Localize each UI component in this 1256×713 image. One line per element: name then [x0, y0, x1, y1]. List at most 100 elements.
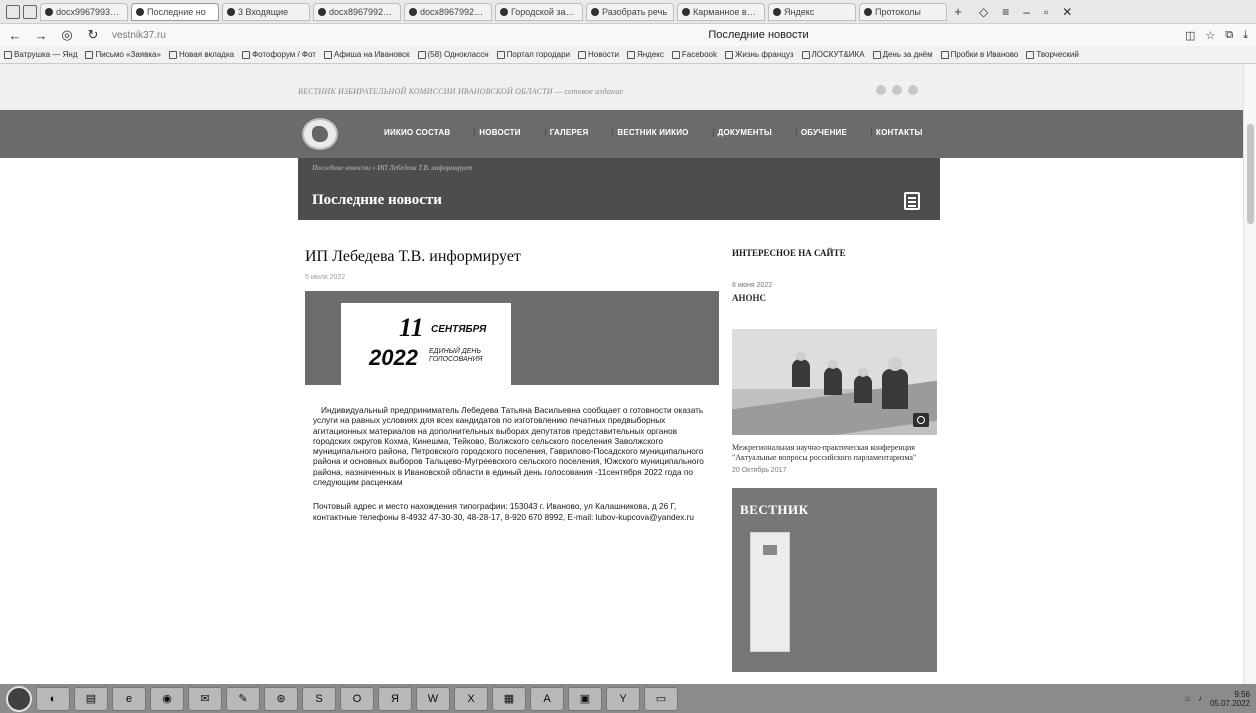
- main-menu: ИИКИО СОСТАВ НОВОСТИ ГАЛЕРЕЯ ВЕСТНИК ИИК…: [380, 128, 922, 137]
- taskbar-yabrowser-icon[interactable]: Я: [378, 686, 412, 711]
- reader-icon[interactable]: ◫: [1185, 29, 1195, 42]
- clock[interactable]: 9:56 05.07.2022: [1210, 690, 1250, 708]
- taskbar-browser-icon[interactable]: ◐: [36, 686, 70, 711]
- taskbar-opera-icon[interactable]: O: [340, 686, 374, 711]
- bookmark[interactable]: Facebook: [671, 50, 717, 59]
- new-tab-button[interactable]: +: [950, 4, 966, 19]
- bookmark[interactable]: Ватрушка — Янд: [4, 50, 77, 59]
- taskbar-image-icon[interactable]: ▣: [568, 686, 602, 711]
- breadcrumb[interactable]: Последние новости » ИП Лебедева Т.В. инф…: [312, 164, 472, 172]
- extensions-icon[interactable]: ⧉: [1225, 29, 1233, 42]
- bookmark[interactable]: ЛОСКУТ&ИКА: [801, 50, 865, 59]
- bookmark[interactable]: Яндекс: [626, 50, 664, 59]
- minimize-icon[interactable]: –: [1023, 5, 1030, 19]
- favorite-icon[interactable]: ☆: [1205, 29, 1215, 42]
- reload-icon[interactable]: ↻: [86, 27, 100, 43]
- bookmark[interactable]: Портал городари: [496, 50, 570, 59]
- url-field[interactable]: vestnik37.ru: [112, 30, 332, 41]
- protect-icon[interactable]: ◎: [60, 27, 74, 43]
- taskbar-display-icon[interactable]: ▭: [644, 686, 678, 711]
- language-icon[interactable]: ⌂: [1185, 694, 1190, 703]
- address-bar: ← → ◎ ↻ vestnik37.ru Последние новости ◫…: [0, 24, 1256, 46]
- scrollbar-thumb[interactable]: [1247, 124, 1254, 224]
- browser-tab[interactable]: Городской запро: [495, 2, 583, 21]
- taskbar-pdf-icon[interactable]: A: [530, 686, 564, 711]
- forward-icon[interactable]: →: [34, 28, 48, 43]
- taskbar-yandex-icon[interactable]: Y: [606, 686, 640, 711]
- bookmark-label: Афиша на Ивановск: [333, 50, 410, 59]
- tab-favicon: [45, 7, 53, 16]
- banner-caption: ЕДИНЫЙ ДЕНЬ ГОЛОСОВАНИЯ: [429, 348, 483, 363]
- bookmark-label: Ватрушка — Янд: [14, 50, 78, 59]
- history-icon[interactable]: [6, 4, 20, 19]
- browser-tab[interactable]: Карманное видео: [677, 2, 765, 21]
- nav-item-training[interactable]: ОБУЧЕНИЕ: [795, 128, 847, 137]
- taskbar-skype-icon[interactable]: S: [302, 686, 336, 711]
- bookmarks-icon[interactable]: ◇: [979, 5, 988, 19]
- browser-tab[interactable]: docx9967993922: [40, 2, 128, 21]
- volume-icon[interactable]: ♪: [1198, 694, 1202, 703]
- photo-head: [858, 367, 868, 377]
- bookmark[interactable]: Письмо «Заявка»: [85, 50, 161, 59]
- bookmark-label: Портал городари: [506, 50, 570, 59]
- bookmark[interactable]: (58) Одноклассн: [417, 50, 489, 59]
- browser-tab[interactable]: Разобрать речь: [586, 2, 674, 21]
- bookmark[interactable]: Новая вкладка: [168, 50, 234, 59]
- browser-tab-active[interactable]: Последние но: [131, 2, 219, 21]
- download-icon[interactable]: ⤓: [1243, 29, 1248, 42]
- taskbar-ie-icon[interactable]: e: [112, 686, 146, 711]
- bookmark[interactable]: Творческий: [1026, 50, 1079, 59]
- social-icon[interactable]: [892, 85, 902, 95]
- bookmark[interactable]: Афиша на Ивановск: [323, 50, 410, 59]
- photo-caption[interactable]: Межрегиональная научно-практическая конф…: [732, 443, 922, 463]
- start-button[interactable]: [6, 685, 32, 712]
- close-icon[interactable]: ✕: [1062, 5, 1072, 19]
- nav-item-gallery[interactable]: ГАЛЕРЕЯ: [544, 128, 589, 137]
- taskbar-excel-icon[interactable]: X: [454, 686, 488, 711]
- back-icon[interactable]: ←: [8, 28, 22, 43]
- social-icon[interactable]: [908, 85, 918, 95]
- conference-photo[interactable]: [732, 329, 937, 435]
- browser-tab[interactable]: Яндекс: [768, 2, 856, 21]
- taskbar-paint-icon[interactable]: ✎: [226, 686, 260, 711]
- bookmark-icon: [671, 50, 680, 59]
- taskbar-media-icon[interactable]: ◉: [150, 686, 184, 711]
- taskbar-grid-icon[interactable]: ▦: [492, 686, 526, 711]
- taskbar-word-icon[interactable]: W: [416, 686, 450, 711]
- taskbar-chrome-icon[interactable]: ⊛: [264, 686, 298, 711]
- bookmark-tab-icon[interactable]: [23, 4, 37, 19]
- vestnik-banner[interactable]: ВЕСТНИК: [732, 488, 937, 672]
- page-scrollbar[interactable]: [1243, 64, 1256, 684]
- bookmark[interactable]: Пробки в Иваново: [940, 50, 1018, 59]
- article-banner: 11 СЕНТЯБРЯ 2022 ЕДИНЫЙ ДЕНЬ ГОЛОСОВАНИЯ: [305, 291, 719, 385]
- clock-date: 05.07.2022: [1209, 698, 1250, 708]
- browser-tab[interactable]: docx8967992202: [313, 2, 401, 21]
- bookmark[interactable]: Новости: [578, 50, 619, 59]
- nav-item-vestnik[interactable]: ВЕСТНИК ИИКИО: [612, 128, 688, 137]
- bookmark[interactable]: День за днём: [872, 50, 933, 59]
- article-body: Индивидуальный предприниматель Лебедева …: [313, 405, 704, 488]
- nav-item-documents[interactable]: ДОКУМЕНТЫ: [712, 128, 772, 137]
- page-header: Последние новости » ИП Лебедева Т.В. инф…: [298, 158, 940, 220]
- bookmark-label: Яндекс: [636, 50, 664, 59]
- screenshot: docx9967993922 Последние но 3 Входящие d…: [0, 0, 1256, 713]
- bookmark[interactable]: Жизнь француз: [725, 50, 794, 59]
- system-tray: ⌂ ♪ 9:56 05.07.2022: [1185, 690, 1250, 708]
- bookmark-icon: [872, 50, 881, 59]
- bookmark[interactable]: Фотофорум / Фот: [242, 50, 316, 59]
- site-logo[interactable]: [302, 118, 338, 150]
- browser-tab[interactable]: Протоколы: [859, 2, 947, 21]
- browser-tab[interactable]: docx8967992202: [404, 2, 492, 21]
- bookmark-icon: [168, 50, 177, 59]
- nav-item-sostav[interactable]: ИИКИО СОСТАВ: [380, 128, 450, 137]
- social-icon[interactable]: [876, 85, 886, 95]
- taskbar-folder-icon[interactable]: ▤: [74, 686, 108, 711]
- taskbar-mail-icon[interactable]: ✉: [188, 686, 222, 711]
- browser-tab[interactable]: 3 Входящие: [222, 2, 310, 21]
- anons-link[interactable]: АНОНС: [732, 293, 937, 303]
- article-contacts: Почтовый адрес и место нахождения типогр…: [313, 501, 695, 522]
- nav-item-contacts[interactable]: КОНТАКТЫ: [871, 128, 922, 137]
- maximize-icon[interactable]: ▫: [1044, 5, 1048, 19]
- nav-item-news[interactable]: НОВОСТИ: [474, 128, 521, 137]
- menu-icon[interactable]: ≡: [1002, 5, 1009, 19]
